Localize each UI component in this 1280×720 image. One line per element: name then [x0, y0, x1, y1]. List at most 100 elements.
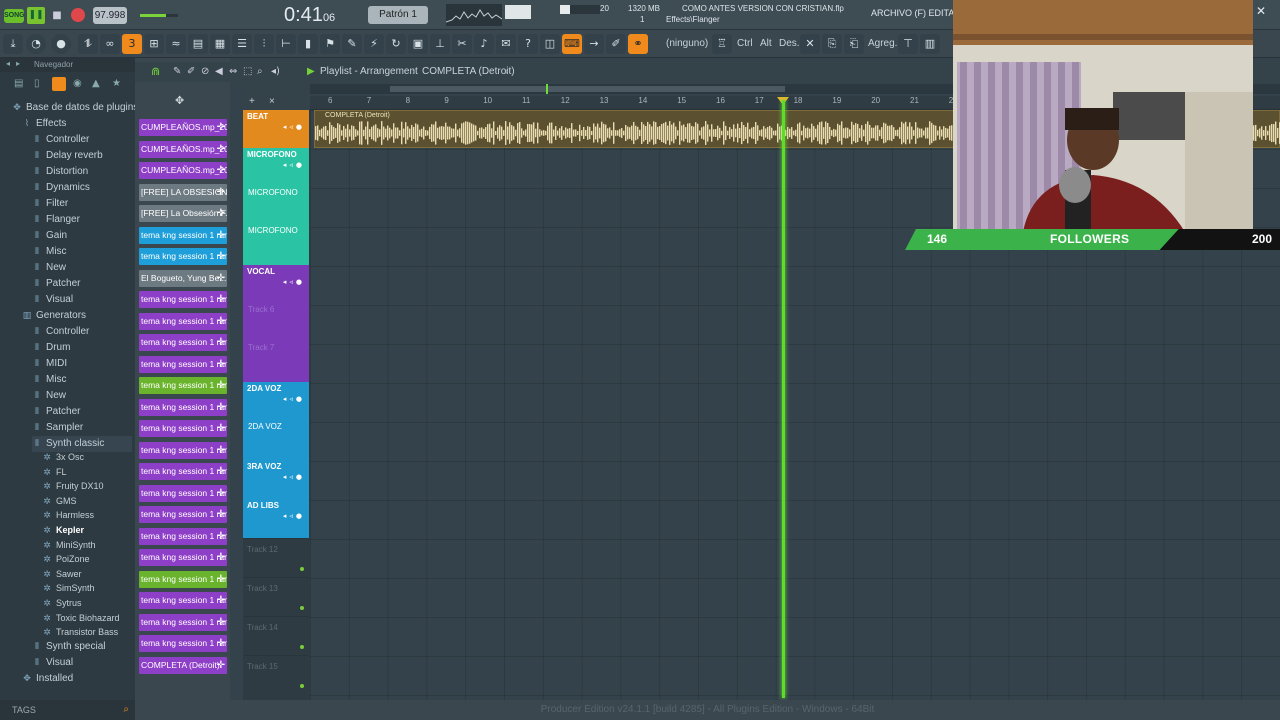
track-enable-led[interactable] [300, 567, 304, 571]
channel-item[interactable]: tema kng session 1 rami...✛ [139, 635, 227, 652]
track-enable-led[interactable] [300, 684, 304, 688]
channel-item[interactable]: tema kng session 1 rami...✛ [139, 291, 227, 308]
channel-menu-icon[interactable]: ✛ [217, 592, 225, 609]
track-3ra-voz[interactable]: 3RA VOZ ◂◃● [243, 460, 309, 499]
channel-item[interactable]: tema kng session 1 rami...✛ [139, 549, 227, 566]
effects-item[interactable]: ⦀ Gain [32, 228, 67, 244]
channel-menu-icon[interactable]: ✛ [217, 463, 225, 480]
track-controls-icon[interactable]: ◂◃● [283, 278, 305, 286]
channel-rack-icon[interactable]: ▦ [210, 34, 230, 54]
synth-item[interactable]: ✲ Toxic Biohazard [42, 611, 119, 625]
track-ad-libs[interactable]: AD LIBS ◂◃● [243, 499, 309, 538]
forward-icon[interactable]: ▸ [16, 59, 20, 68]
channel-menu-icon[interactable]: ✛ [217, 485, 225, 502]
arrow-icon[interactable]: → [584, 34, 604, 54]
channel-item[interactable]: tema kng session 1 rami...✛ [139, 398, 227, 416]
tempo-icon[interactable]: ⚑ [320, 34, 340, 54]
track-controls-icon[interactable]: ◂◃● [283, 123, 305, 131]
pattern-selector[interactable]: Patrón 1 [368, 6, 428, 24]
channel-menu-icon[interactable]: ✛ [217, 356, 225, 373]
track-13[interactable]: Track 13 [243, 577, 309, 616]
window-close-icon[interactable]: ✕ [1253, 4, 1269, 20]
select-tool-icon[interactable]: ⬚ [243, 66, 252, 77]
effects-item[interactable]: ⦀ Distortion [32, 164, 88, 180]
files-icon[interactable]: ▯ [34, 78, 40, 89]
channel-item[interactable]: tema kng session 1 rami...✛ [139, 312, 227, 330]
effects-item[interactable]: ⦀ Dynamics [32, 180, 90, 196]
track-enable-led[interactable] [300, 606, 304, 610]
track-controls-icon[interactable]: ◂◃● [283, 395, 305, 403]
channel-item[interactable]: CUMPLEAÑOS.mp_2026-0...✛ [139, 119, 227, 136]
layout-icon[interactable]: ◫ [540, 34, 560, 54]
delete-tool-icon[interactable]: ⊘ [201, 66, 209, 77]
channel-item[interactable]: tema kng session 1 rami...✛ [139, 355, 227, 373]
channel-menu-icon[interactable]: ✛ [217, 119, 225, 136]
channel-menu-icon[interactable]: ✛ [217, 205, 225, 222]
draw-icon[interactable]: ✐ [606, 34, 626, 54]
generators-item[interactable]: ⦀ Drum [32, 340, 70, 356]
track-controls-icon[interactable]: ◂◃● [283, 473, 305, 481]
channel-item[interactable]: tema kng session 1 rami...✛ [139, 334, 227, 351]
channel-menu-icon[interactable]: ✛ [217, 442, 225, 459]
triangle-filter-icon[interactable]: ▲ [92, 78, 100, 89]
channel-menu-icon[interactable]: ✛ [217, 313, 225, 330]
channel-menu-icon[interactable]: ✛ [217, 657, 225, 674]
channel-item[interactable]: tema kng session 1 rami...✛ [139, 420, 227, 437]
track-controls-icon[interactable]: ◂◃● [283, 161, 305, 169]
save-icon[interactable]: ▣ [408, 34, 428, 54]
channel-item[interactable]: tema kng session 1 rami...✛ [139, 506, 227, 523]
effects-item[interactable]: ⦀ Delay reverb [32, 148, 103, 164]
synth-item[interactable]: ✲ GMS [42, 494, 76, 508]
synth-item[interactable]: ✲ Transistor Bass [42, 625, 118, 639]
generators-item[interactable]: ⦀ Visual [32, 655, 73, 671]
slip-tool-icon[interactable]: ⇔ [229, 66, 237, 77]
channel-menu-icon[interactable]: ✛ [217, 549, 225, 566]
ctrl-button[interactable]: Ctrl [737, 36, 753, 52]
effects-item[interactable]: ⦀ Misc [32, 244, 67, 260]
link-icon[interactable]: ⚭ [628, 34, 648, 54]
channel-menu-icon[interactable]: ✛ [217, 614, 225, 631]
track-15[interactable]: Track 15 [243, 655, 309, 694]
channel-menu-icon[interactable]: ✛ [217, 571, 225, 588]
browser-icon[interactable]: ⊢ [276, 34, 296, 54]
channel-item[interactable]: tema kng session 1 rami...✛ [139, 441, 227, 459]
channel-menu-icon[interactable]: ✛ [217, 162, 225, 179]
channel-menu-icon[interactable]: ✛ [217, 399, 225, 416]
synth-item[interactable]: ✲ Kepler [42, 523, 84, 537]
snap-selector[interactable]: (ninguno) [666, 36, 708, 52]
generators-item[interactable]: ⦀ MIDI [32, 356, 67, 372]
synth-item[interactable]: ✲ 3x Osc [42, 450, 84, 464]
synth-item[interactable]: ✲ MiniSynth [42, 538, 95, 552]
keyboard-icon[interactable]: ⌨ [562, 34, 582, 54]
stamp-icon[interactable]: ♖ [712, 34, 732, 54]
channel-item[interactable]: tema kng session 1 rami...✛ [139, 592, 227, 609]
channel-menu-icon[interactable]: ✛ [217, 334, 225, 351]
play-arrow-icon[interactable]: ▶ [307, 66, 315, 77]
paste-icon[interactable]: ⎗ [844, 34, 864, 54]
download-icon[interactable]: ⤓ [3, 34, 23, 54]
grid-icon[interactable]: ▥ [920, 34, 940, 54]
channel-item[interactable]: [FREE] LA OBSESION... ✛ [139, 183, 227, 201]
stop-button[interactable]: ■ [50, 7, 64, 24]
piano-roll-icon[interactable]: ☰ [232, 34, 252, 54]
channel-item[interactable]: El Bogueto, Yung Be... ✛ [139, 269, 227, 287]
countdown-icon[interactable]: 3 [122, 34, 142, 54]
effects-item[interactable]: ⦀ Flanger [32, 212, 80, 228]
chat-icon[interactable]: ✉ [496, 34, 516, 54]
channel-menu-icon[interactable]: ✛ [217, 141, 225, 158]
microphone-icon[interactable]: ♪ [474, 34, 494, 54]
channel-menu-icon[interactable]: ✛ [217, 377, 225, 394]
synth-item[interactable]: ✲ SimSynth [42, 581, 94, 595]
pause-button[interactable]: ❚❚ [27, 7, 45, 24]
magnet-icon[interactable]: ⋒ [151, 65, 160, 78]
pen-icon[interactable]: ✎ [342, 34, 362, 54]
channel-menu-icon[interactable]: ✛ [217, 291, 225, 308]
channel-menu-icon[interactable]: ✛ [217, 635, 225, 652]
master-volume-slider[interactable] [140, 14, 178, 17]
channel-item[interactable]: tema kng session 1 rami...✛ [139, 226, 227, 244]
channel-item[interactable]: tema kng session 1 rami...✛ [139, 484, 227, 502]
channel-item[interactable]: tema kng session 1 rami...✛ [139, 613, 227, 631]
channel-item[interactable]: tema kng session 1 rami...✛ [139, 248, 227, 265]
playback-tool-icon[interactable]: ◂) [271, 66, 280, 77]
channel-item[interactable]: CUMPLEAÑOS.mp_2026-0...✛ [139, 162, 227, 179]
